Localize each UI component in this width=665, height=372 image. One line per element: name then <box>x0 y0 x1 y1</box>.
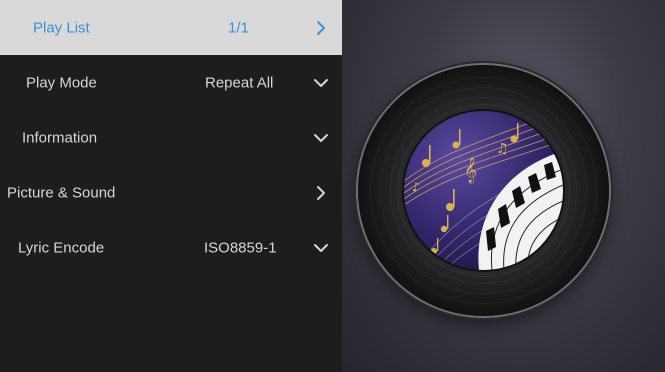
menu-item-information[interactable]: Information <box>0 110 342 165</box>
chevron-down-icon <box>312 239 330 257</box>
chevron-right-icon <box>312 184 330 202</box>
svg-text:♫: ♫ <box>496 141 509 157</box>
menu-item-play-list[interactable]: Play List 1/1 <box>0 0 342 55</box>
menu-item-label: Information <box>22 129 98 146</box>
svg-text:𝄞: 𝄞 <box>464 157 477 183</box>
menu-item-label: Play Mode <box>26 74 97 91</box>
menu-item-label: Lyric Encode <box>18 239 105 256</box>
chevron-down-icon <box>312 129 330 147</box>
vinyl-record-icon: 𝄞 ♫ ♪ <box>358 65 609 316</box>
chevron-right-icon <box>312 19 330 37</box>
svg-text:♪: ♪ <box>412 180 420 194</box>
menu-item-lyric-encode[interactable]: Lyric Encode ISO8859-1 <box>0 220 342 275</box>
menu-item-value: 1/1 <box>228 19 249 36</box>
settings-menu: Play List 1/1 Play Mode Repeat All Infor… <box>0 0 342 372</box>
menu-item-value: Repeat All <box>205 74 274 91</box>
album-art-panel: 𝄞 ♫ ♪ <box>342 0 665 372</box>
menu-item-picture-sound[interactable]: Picture & Sound <box>0 165 342 220</box>
menu-item-label: Picture & Sound <box>7 184 116 201</box>
menu-item-value: ISO8859-1 <box>204 239 277 256</box>
piano-music-notes-icon: 𝄞 ♫ ♪ <box>404 111 563 270</box>
chevron-down-icon <box>312 74 330 92</box>
menu-item-label: Play List <box>33 19 90 36</box>
album-cover-image: 𝄞 ♫ ♪ <box>404 111 563 270</box>
menu-item-play-mode[interactable]: Play Mode Repeat All <box>0 55 342 110</box>
